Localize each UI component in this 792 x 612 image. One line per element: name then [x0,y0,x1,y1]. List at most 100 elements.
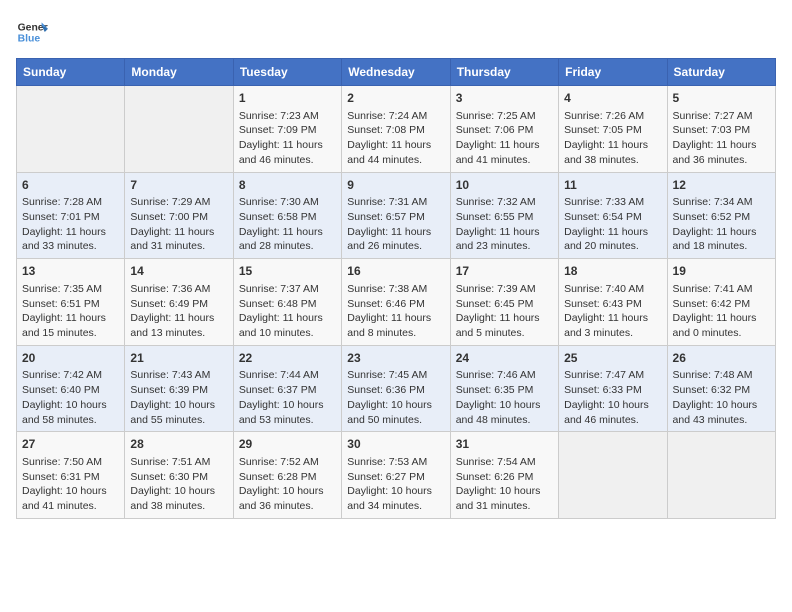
day-number: 26 [673,350,770,367]
calendar-cell: 26Sunrise: 7:48 AM Sunset: 6:32 PM Dayli… [667,345,775,432]
day-info: Sunrise: 7:47 AM Sunset: 6:33 PM Dayligh… [564,368,661,427]
calendar-cell: 17 Sunrise: 7:39 AM Sunset: 6:45 PM Dayli… [450,259,558,346]
calendar-week-row: 13 Sunrise: 7:35 AM Sunset: 6:51 PM Dayli… [17,259,776,346]
logo: General Blue [16,16,54,48]
calendar-cell [559,432,667,519]
calendar-cell: 21Sunrise: 7:43 AM Sunset: 6:39 PM Dayli… [125,345,233,432]
day-number: 7 [130,177,227,194]
day-info: Sunrise: 7:29 AM Sunset: 7:00 PM Dayligh… [130,195,227,254]
day-number: 6 [22,177,119,194]
day-number: 30 [347,436,444,453]
day-of-week-header: Wednesday [342,59,450,86]
day-info: Sunrise: 7:48 AM Sunset: 6:32 PM Dayligh… [673,368,770,427]
day-number: 14 [130,263,227,280]
day-info: Sunrise: 7:53 AM Sunset: 6:27 PM Dayligh… [347,455,444,514]
day-number: 16 [347,263,444,280]
day-info: Sunrise: 7:44 AM Sunset: 6:37 PM Dayligh… [239,368,336,427]
calendar-cell: 30 Sunrise: 7:53 AM Sunset: 6:27 PM Dayli… [342,432,450,519]
day-info: Sunrise: 7:51 AM Sunset: 6:30 PM Dayligh… [130,455,227,514]
day-info: Sunrise: 7:26 AM Sunset: 7:05 PM Dayligh… [564,109,661,168]
day-number: 27 [22,436,119,453]
day-info: Sunrise: 7:32 AM Sunset: 6:55 PM Dayligh… [456,195,553,254]
day-info: Sunrise: 7:41 AM Sunset: 6:42 PM Dayligh… [673,282,770,341]
day-number: 22 [239,350,336,367]
day-info: Sunrise: 7:36 AM Sunset: 6:49 PM Dayligh… [130,282,227,341]
calendar-cell: 10Sunrise: 7:32 AM Sunset: 6:55 PM Dayli… [450,172,558,259]
day-info: Sunrise: 7:25 AM Sunset: 7:06 PM Dayligh… [456,109,553,168]
day-info: Sunrise: 7:43 AM Sunset: 6:39 PM Dayligh… [130,368,227,427]
day-of-week-header: Friday [559,59,667,86]
day-number: 28 [130,436,227,453]
calendar-cell: 2Sunrise: 7:24 AM Sunset: 7:08 PM Daylig… [342,86,450,173]
day-number: 29 [239,436,336,453]
day-number: 5 [673,90,770,107]
day-of-week-header: Saturday [667,59,775,86]
calendar-cell: 25Sunrise: 7:47 AM Sunset: 6:33 PM Dayli… [559,345,667,432]
page-header: General Blue [16,16,776,48]
day-info: Sunrise: 7:31 AM Sunset: 6:57 PM Dayligh… [347,195,444,254]
day-of-week-header: Tuesday [233,59,341,86]
day-number: 21 [130,350,227,367]
day-info: Sunrise: 7:37 AM Sunset: 6:48 PM Dayligh… [239,282,336,341]
day-number: 20 [22,350,119,367]
calendar-cell: 23Sunrise: 7:45 AM Sunset: 6:36 PM Dayli… [342,345,450,432]
day-number: 8 [239,177,336,194]
day-number: 4 [564,90,661,107]
calendar-cell: 29 Sunrise: 7:52 AM Sunset: 6:28 PM Dayli… [233,432,341,519]
calendar-cell: 19 Sunrise: 7:41 AM Sunset: 6:42 PM Dayli… [667,259,775,346]
day-of-week-header: Sunday [17,59,125,86]
day-of-week-header: Monday [125,59,233,86]
day-number: 3 [456,90,553,107]
calendar-cell: 7Sunrise: 7:29 AM Sunset: 7:00 PM Daylig… [125,172,233,259]
day-info: Sunrise: 7:54 AM Sunset: 6:26 PM Dayligh… [456,455,553,514]
day-number: 25 [564,350,661,367]
calendar-cell: 18Sunrise: 7:40 AM Sunset: 6:43 PM Dayli… [559,259,667,346]
day-info: Sunrise: 7:52 AM Sunset: 6:28 PM Dayligh… [239,455,336,514]
day-number: 12 [673,177,770,194]
day-info: Sunrise: 7:50 AM Sunset: 6:31 PM Dayligh… [22,455,119,514]
calendar-cell [125,86,233,173]
calendar-cell: 11Sunrise: 7:33 AM Sunset: 6:54 PM Dayli… [559,172,667,259]
day-info: Sunrise: 7:28 AM Sunset: 7:01 PM Dayligh… [22,195,119,254]
day-number: 15 [239,263,336,280]
day-info: Sunrise: 7:42 AM Sunset: 6:40 PM Dayligh… [22,368,119,427]
calendar-cell: 27 Sunrise: 7:50 AM Sunset: 6:31 PM Dayli… [17,432,125,519]
calendar-cell: 8Sunrise: 7:30 AM Sunset: 6:58 PM Daylig… [233,172,341,259]
calendar-cell: 13 Sunrise: 7:35 AM Sunset: 6:51 PM Dayli… [17,259,125,346]
calendar-week-row: 1Sunrise: 7:23 AM Sunset: 7:09 PM Daylig… [17,86,776,173]
day-info: Sunrise: 7:35 AM Sunset: 6:51 PM Dayligh… [22,282,119,341]
calendar-cell: 14 Sunrise: 7:36 AM Sunset: 6:49 PM Dayli… [125,259,233,346]
day-number: 31 [456,436,553,453]
calendar-week-row: 20Sunrise: 7:42 AM Sunset: 6:40 PM Dayli… [17,345,776,432]
day-info: Sunrise: 7:46 AM Sunset: 6:35 PM Dayligh… [456,368,553,427]
day-info: Sunrise: 7:33 AM Sunset: 6:54 PM Dayligh… [564,195,661,254]
day-info: Sunrise: 7:24 AM Sunset: 7:08 PM Dayligh… [347,109,444,168]
calendar-cell [667,432,775,519]
calendar-cell: 3 Sunrise: 7:25 AM Sunset: 7:06 PM Daylig… [450,86,558,173]
day-number: 10 [456,177,553,194]
day-number: 13 [22,263,119,280]
calendar-cell: 22Sunrise: 7:44 AM Sunset: 6:37 PM Dayli… [233,345,341,432]
calendar-cell: 20Sunrise: 7:42 AM Sunset: 6:40 PM Dayli… [17,345,125,432]
day-info: Sunrise: 7:30 AM Sunset: 6:58 PM Dayligh… [239,195,336,254]
day-info: Sunrise: 7:27 AM Sunset: 7:03 PM Dayligh… [673,109,770,168]
day-info: Sunrise: 7:45 AM Sunset: 6:36 PM Dayligh… [347,368,444,427]
calendar-cell: 4 Sunrise: 7:26 AM Sunset: 7:05 PM Daylig… [559,86,667,173]
calendar-cell: 16 Sunrise: 7:38 AM Sunset: 6:46 PM Dayli… [342,259,450,346]
calendar-header-row: SundayMondayTuesdayWednesdayThursdayFrid… [17,59,776,86]
day-number: 19 [673,263,770,280]
calendar-table: SundayMondayTuesdayWednesdayThursdayFrid… [16,58,776,519]
calendar-cell [17,86,125,173]
calendar-week-row: 27 Sunrise: 7:50 AM Sunset: 6:31 PM Dayli… [17,432,776,519]
day-info: Sunrise: 7:23 AM Sunset: 7:09 PM Dayligh… [239,109,336,168]
calendar-cell: 1Sunrise: 7:23 AM Sunset: 7:09 PM Daylig… [233,86,341,173]
day-of-week-header: Thursday [450,59,558,86]
day-info: Sunrise: 7:39 AM Sunset: 6:45 PM Dayligh… [456,282,553,341]
day-info: Sunrise: 7:38 AM Sunset: 6:46 PM Dayligh… [347,282,444,341]
calendar-cell: 12Sunrise: 7:34 AM Sunset: 6:52 PM Dayli… [667,172,775,259]
calendar-cell: 24Sunrise: 7:46 AM Sunset: 6:35 PM Dayli… [450,345,558,432]
day-info: Sunrise: 7:34 AM Sunset: 6:52 PM Dayligh… [673,195,770,254]
day-number: 17 [456,263,553,280]
day-number: 11 [564,177,661,194]
calendar-cell: 9Sunrise: 7:31 AM Sunset: 6:57 PM Daylig… [342,172,450,259]
